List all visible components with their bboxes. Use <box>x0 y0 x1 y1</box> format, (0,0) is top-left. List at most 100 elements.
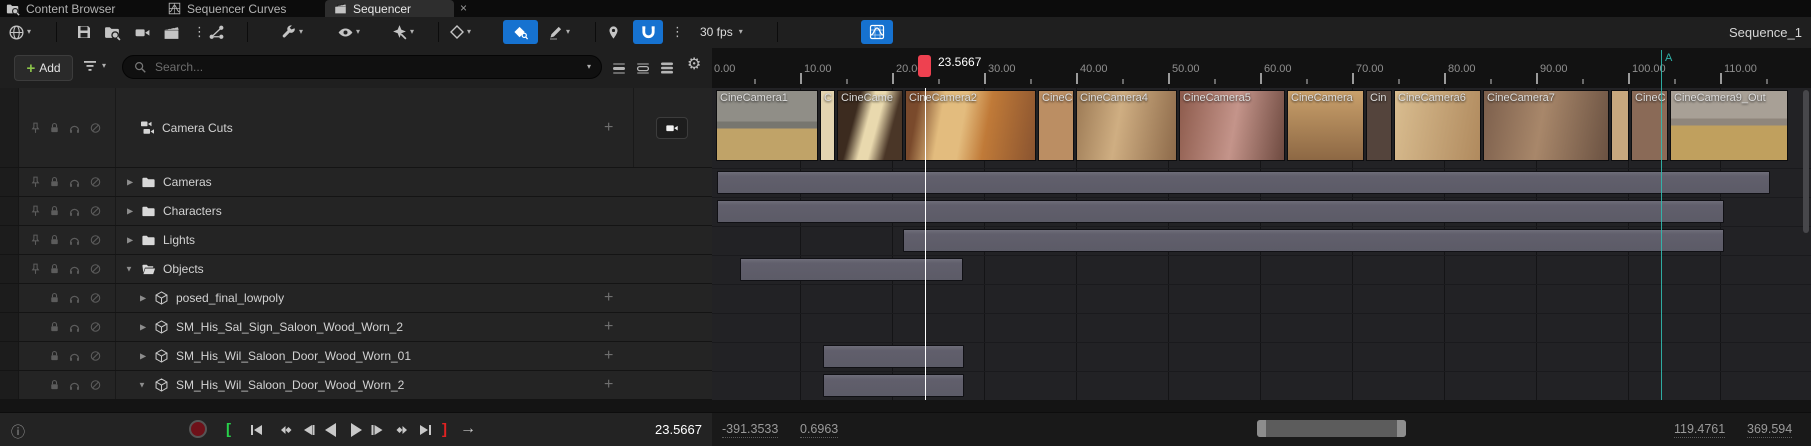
lock-icon[interactable] <box>48 321 61 334</box>
spawn-marker-button[interactable] <box>606 20 621 44</box>
scrollbar-right-cap[interactable] <box>1397 420 1406 437</box>
render-options-dots-icon[interactable]: ⋮ <box>193 20 206 44</box>
collapse-arrow-icon[interactable]: ▼ <box>125 265 133 274</box>
actions-button[interactable]: ▾ <box>281 20 303 44</box>
play-reverse-button[interactable] <box>322 421 340 439</box>
auto-key-button[interactable] <box>503 20 538 44</box>
solo-headphones-icon[interactable] <box>68 379 81 392</box>
mute-icon[interactable] <box>89 263 102 276</box>
close-icon[interactable]: × <box>460 0 467 17</box>
camera-cut-section[interactable]: CineC <box>1038 90 1074 161</box>
track-row-characters[interactable]: ▶ Characters <box>0 197 712 226</box>
vertical-scrollbar[interactable] <box>1803 90 1809 233</box>
keyframe-settings-button[interactable]: ▾ <box>449 20 471 44</box>
solo-headphones-icon[interactable] <box>68 350 81 363</box>
expand-arrow-icon[interactable]: ▶ <box>140 323 146 332</box>
tab-sequencer[interactable]: Sequencer <box>325 0 454 17</box>
fps-dropdown[interactable]: 30 fps ▾ <box>700 20 743 44</box>
track-size-large-icon[interactable] <box>659 60 675 76</box>
lock-icon[interactable] <box>48 176 61 189</box>
track-size-medium-icon[interactable] <box>635 60 651 76</box>
solo-headphones-icon[interactable] <box>68 176 81 189</box>
camera-cut-section[interactable]: C <box>820 90 835 161</box>
section-bar-objects[interactable] <box>740 258 963 281</box>
playback-end-field[interactable]: 119.4761 <box>1674 422 1725 438</box>
gear-icon[interactable]: ⚙ <box>687 57 701 73</box>
lock-icon[interactable] <box>48 263 61 276</box>
playback-start-bracket-icon[interactable]: [ <box>226 421 231 438</box>
lock-icon[interactable] <box>48 379 61 392</box>
mute-icon[interactable] <box>89 350 102 363</box>
previous-key-button[interactable] <box>277 422 293 438</box>
mute-icon[interactable] <box>89 292 102 305</box>
sequence-tools-button[interactable] <box>208 20 225 44</box>
camera-cut-section[interactable]: Cin <box>1366 90 1392 161</box>
keyframe-options-button[interactable]: ▾ <box>391 20 414 44</box>
next-key-button[interactable] <box>395 422 411 438</box>
section-bar-door-2[interactable] <box>823 374 964 397</box>
mute-icon[interactable] <box>89 205 102 218</box>
camera-cut-section[interactable]: CineCamera <box>1287 90 1364 161</box>
filter-button[interactable]: ▾ <box>82 58 106 74</box>
mute-icon[interactable] <box>89 379 102 392</box>
marked-frame-line[interactable] <box>1661 88 1662 400</box>
snap-options-dots-icon[interactable]: ⋮ <box>671 20 684 44</box>
camera-cut-section[interactable]: CineCamera1 <box>716 90 818 161</box>
camera-lock-button[interactable] <box>656 117 688 139</box>
pin-icon[interactable] <box>29 121 42 134</box>
current-time-display[interactable]: 23.5667 <box>640 422 702 437</box>
world-options-button[interactable]: ▾ <box>8 20 31 44</box>
pin-icon[interactable] <box>29 263 42 276</box>
add-section-icon[interactable]: + <box>604 318 613 336</box>
section-bar-characters[interactable] <box>717 200 1724 223</box>
record-button[interactable] <box>189 420 207 438</box>
step-forward-button[interactable] <box>370 422 386 438</box>
lock-icon[interactable] <box>48 121 61 134</box>
info-icon[interactable]: ⓘ <box>11 422 25 442</box>
lock-icon[interactable] <box>48 292 61 305</box>
render-movie-button[interactable] <box>163 20 180 44</box>
camera-cut-section[interactable] <box>1611 90 1629 161</box>
add-section-icon[interactable]: + <box>604 376 613 394</box>
timeline-area[interactable]: CineCamera1 C CineCame CineCamera2 CineC… <box>712 88 1811 400</box>
pin-icon[interactable] <box>29 234 42 247</box>
track-row-lights[interactable]: ▶ Lights <box>0 226 712 255</box>
camera-cut-section[interactable]: CineC <box>1631 90 1668 161</box>
pin-icon[interactable] <box>29 176 42 189</box>
solo-headphones-icon[interactable] <box>68 263 81 276</box>
playhead-line[interactable] <box>925 88 926 400</box>
edit-mode-button[interactable]: ▾ <box>548 20 570 44</box>
add-section-icon[interactable]: + <box>604 347 613 365</box>
section-bar-lights[interactable] <box>903 229 1724 252</box>
expand-arrow-icon[interactable]: ▶ <box>127 178 133 187</box>
track-row-cameras[interactable]: ▶ Cameras <box>0 168 712 197</box>
camera-cut-section[interactable]: CineCamera6 <box>1394 90 1481 161</box>
solo-headphones-icon[interactable] <box>68 234 81 247</box>
add-camera-cut-icon[interactable]: + <box>604 119 613 137</box>
camera-cut-section[interactable]: CineCamera7 <box>1483 90 1609 161</box>
horizontal-scrollbar[interactable] <box>1257 420 1406 437</box>
browse-sequence-button[interactable] <box>104 20 121 44</box>
expand-arrow-icon[interactable]: ▶ <box>127 236 133 245</box>
add-section-icon[interactable]: + <box>604 289 613 307</box>
step-backward-button[interactable] <box>300 422 316 438</box>
camera-cut-section[interactable]: CineCamera9_Out <box>1670 90 1788 161</box>
camera-cut-section[interactable]: CineCamera4 <box>1076 90 1177 161</box>
play-button[interactable] <box>347 421 365 439</box>
track-row-objects[interactable]: ▼ Objects <box>0 255 712 284</box>
collapse-arrow-icon[interactable]: ▼ <box>138 381 146 390</box>
marked-frame-line[interactable] <box>1661 50 1662 88</box>
snap-toggle-button[interactable] <box>633 20 663 44</box>
chevron-down-icon[interactable]: ▾ <box>587 63 591 71</box>
playback-end-bracket-icon[interactable]: ] <box>442 421 447 438</box>
expand-arrow-icon[interactable]: ▶ <box>127 207 133 216</box>
scrollbar-left-cap[interactable] <box>1257 420 1266 437</box>
tab-content-browser[interactable]: Content Browser <box>6 0 115 17</box>
mute-icon[interactable] <box>89 234 102 247</box>
add-track-button[interactable]: + Add <box>14 55 73 81</box>
solo-headphones-icon[interactable] <box>68 321 81 334</box>
mute-icon[interactable] <box>89 321 102 334</box>
jump-to-start-button[interactable] <box>249 422 265 438</box>
curve-editor-button[interactable] <box>861 20 893 44</box>
loop-arrow-icon[interactable]: → <box>460 420 476 438</box>
